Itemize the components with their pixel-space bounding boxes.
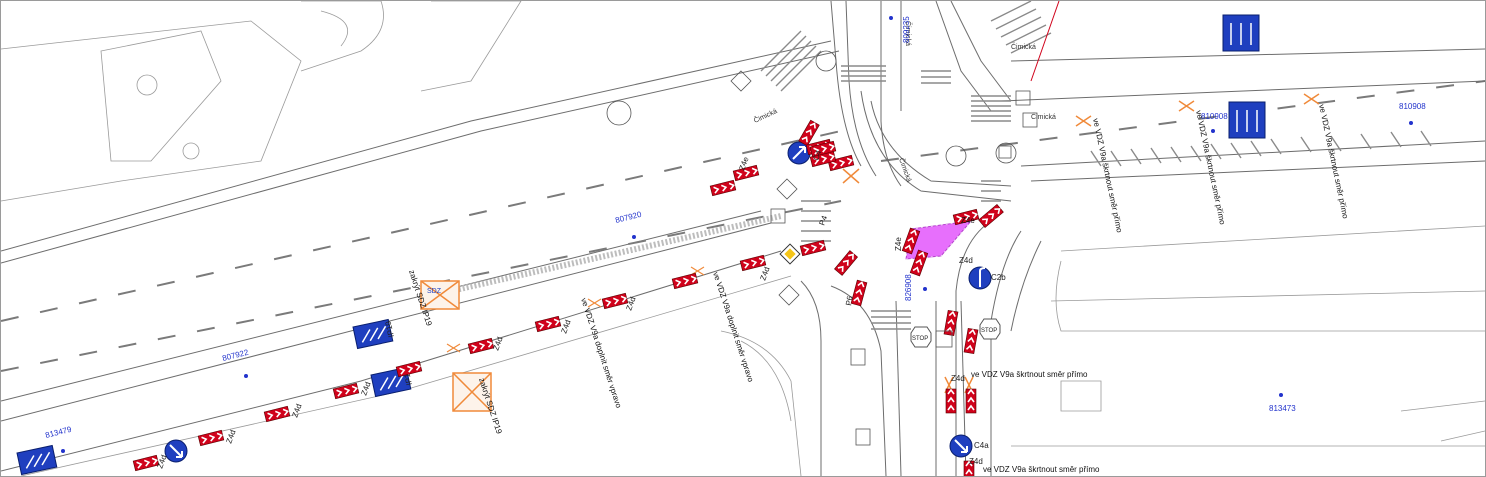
annotation: ve VDZ V9a doplnit směr vpravo [711, 271, 755, 384]
street-label: Čimická [897, 157, 914, 184]
blue-direction-signs: IP19 IP19 [16, 14, 1266, 476]
stop-label: STOP [981, 328, 997, 334]
priority-road-sign [779, 243, 801, 265]
chevron-board [395, 360, 423, 378]
sign-code: C2b [991, 273, 1006, 282]
sign-code: Z4d [559, 319, 572, 335]
mandatory-direction-sign [164, 439, 188, 463]
sign-code: P4 [817, 214, 829, 227]
sign-code: Z4d [224, 429, 237, 445]
cancel-mark [1075, 115, 1092, 127]
annotation: ve VDZ V9a škrtnout směr přímo [971, 370, 1088, 379]
node-marker: 809235 [889, 16, 911, 43]
annotation: ve VDZ V9a škrtnout směr přímo [1091, 118, 1124, 234]
cancel-mark [446, 343, 461, 353]
street-label: Čimická [1011, 42, 1036, 51]
node-marker: 810908 [1399, 102, 1426, 125]
node-id: 807920 [614, 210, 643, 225]
sign-code: Z4d [290, 403, 303, 419]
chevron-board [197, 429, 225, 447]
sign-code: Z4d [359, 381, 372, 397]
stop-sign: STOP [979, 318, 1001, 340]
chevron-board [834, 250, 858, 276]
cancel-mark [842, 168, 860, 184]
road-geometry [1, 1, 1485, 476]
node-marker: 807920 [614, 210, 643, 239]
street-label: Čimická [752, 106, 778, 125]
annotation: ve VDZ V9a škrtnout směr přímo [1194, 110, 1227, 226]
chevron-board [132, 454, 160, 472]
traffic-plan-drawing: Čimická Čimická Čimická Čimická Čimická … [0, 0, 1486, 477]
annotation: Z4e [961, 216, 975, 225]
stop-sign: STOP [910, 326, 932, 348]
stop-label: STOP [912, 336, 928, 342]
node-id: 810908 [1399, 102, 1426, 111]
sign-code: SDZ [427, 288, 442, 295]
chevron-board [263, 405, 291, 423]
sign-code: Z4d [959, 256, 973, 265]
chevron-board [467, 337, 495, 355]
barrier-boards [132, 119, 1004, 476]
lane-direction-sign [16, 444, 58, 476]
sign-code: C4a [974, 441, 989, 450]
node-id: 813473 [1269, 404, 1296, 413]
chevron-board [798, 119, 820, 147]
annotation: ve VDZ V9a doplnit směr vpravo [579, 297, 623, 410]
chevron-board [671, 272, 699, 290]
lane-direction-sign [1228, 101, 1266, 139]
chevron-board [601, 292, 629, 310]
chevron-board [978, 204, 1004, 228]
node-id: 826908 [904, 274, 913, 301]
annotation: ve VDZ V9a škrtnout směr přímo [983, 465, 1100, 474]
sign-code: Z4e [894, 237, 903, 251]
node-markers: 807922 807920 813479 809235 810908 81090… [44, 16, 1426, 453]
chevron-board [945, 388, 957, 414]
lane-direction-sign: IP19 [352, 318, 396, 350]
mandatory-direction-sign: C4a [949, 434, 989, 458]
sign-code: Z4d [491, 336, 504, 352]
cancel-mark [1178, 100, 1195, 112]
sign-code-labels: C4 P6 P4 Z4e Z4e Z4d Z4d Z4d Z4d Z4d Z4d… [155, 148, 982, 469]
chevron-board [965, 388, 977, 414]
chevron-board [799, 239, 827, 257]
node-marker: 813473 [1269, 393, 1296, 413]
lane-direction-sign [1222, 14, 1260, 52]
chevron-board [332, 382, 360, 400]
sign-code: Z4d [969, 457, 983, 466]
annotations: ve VDZ V9a doplnit směr vpravo ve VDZ V9… [407, 104, 1350, 474]
cancel-mark [1303, 93, 1320, 105]
chevron-board [963, 327, 979, 355]
annotation: ve VDZ V9a škrtnout směr přímo [1317, 104, 1350, 220]
sign-code: Z4d [951, 374, 965, 383]
sign-code: Z4d [758, 266, 771, 282]
chevron-board [534, 315, 562, 333]
sign-code: Z4d [155, 454, 168, 470]
cancelled-signs: SDZ [420, 93, 1320, 412]
chevron-board [709, 179, 737, 197]
node-marker: 826908 [904, 274, 927, 301]
node-id: 809235 [902, 16, 911, 43]
node-id: 813479 [44, 425, 73, 440]
mandatory-direction-sign: C2b [968, 266, 1006, 290]
